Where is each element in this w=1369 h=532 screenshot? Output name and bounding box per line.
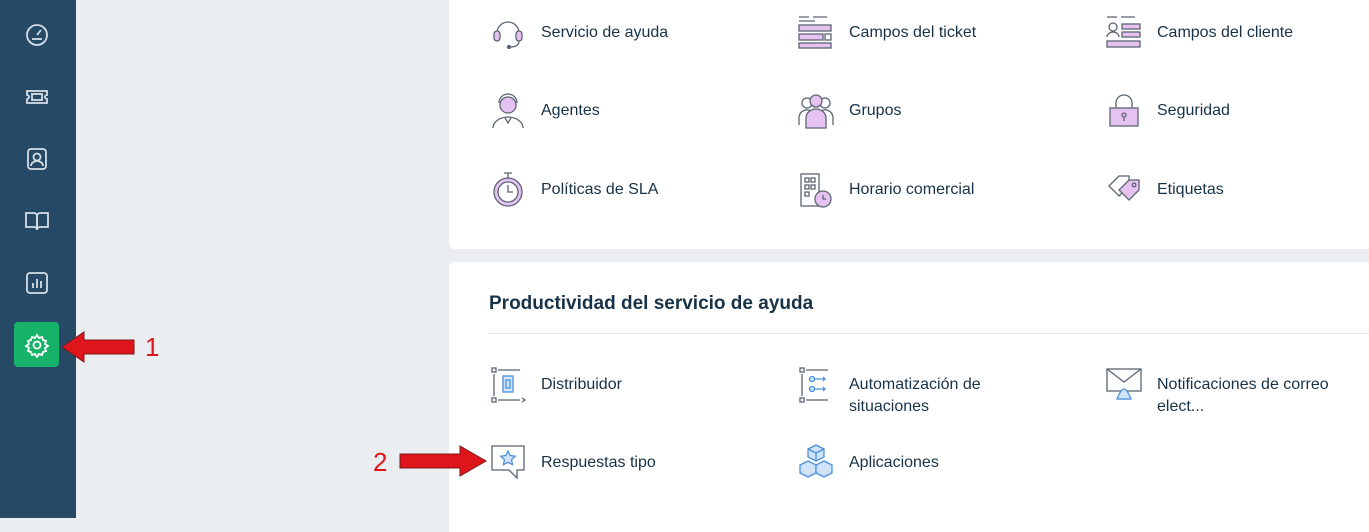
sidebar-item-dashboard[interactable] [14,12,59,57]
sidebar-item-reports[interactable] [14,260,59,305]
item-label: Servicio de ayuda [541,24,669,41]
agent-icon [492,93,524,129]
item-sla-policies[interactable]: Políticas de SLA [489,172,741,208]
item-label: Horario comercial [849,181,975,198]
item-label: Agentes [541,102,600,119]
canned-responses-icon [491,445,525,480]
groups-icon [798,94,834,129]
customer-fields-icon [1106,16,1141,48]
gear-icon [23,332,50,358]
productivity-card: Productividad del servicio de ayuda Dist… [449,262,1369,532]
item-customer-fields[interactable]: Campos del cliente [1105,16,1357,51]
item-canned-responses[interactable]: Respuestas tipo [489,445,741,481]
item-tags[interactable]: Etiquetas [1105,175,1357,208]
admin-settings-card: Servicio de ayuda Campos del ticket Camp… [449,0,1369,249]
headset-icon [493,21,523,50]
annotation-number-2: 2 [373,447,388,477]
item-label: Etiquetas [1157,181,1224,198]
item-dispatcher[interactable]: Distribuidor [489,367,741,403]
item-label: Respuestas tipo [541,454,656,471]
automation-icon [799,367,828,403]
dispatcher-icon [491,367,527,403]
item-helpdesk[interactable]: Servicio de ayuda [489,21,741,51]
contacts-icon [26,147,47,170]
item-security[interactable]: Seguridad [1105,94,1357,129]
annotation-arrow-2 [399,445,488,477]
book-icon [24,211,49,230]
sidebar-item-contacts[interactable] [14,136,59,181]
divider [489,333,1369,334]
item-label: Campos del cliente [1157,24,1294,41]
tags-icon [1108,175,1140,201]
item-automation[interactable]: Automatización de situaciones [797,367,1049,418]
item-email-notifications[interactable]: Notificaciones de correo elect... [1105,368,1357,418]
item-business-hours[interactable]: Horario comercial [797,173,1049,208]
apps-icon [799,444,833,478]
item-label: Seguridad [1157,102,1230,119]
sidebar [0,0,76,518]
sidebar-item-admin[interactable] [14,322,59,367]
item-label: Distribuidor [541,376,622,393]
item-ticket-fields[interactable]: Campos del ticket [797,16,1049,51]
item-agents[interactable]: Agentes [489,93,741,129]
ticket-icon [25,89,48,104]
section-title: Productividad del servicio de ayuda [489,293,814,314]
item-groups[interactable]: Grupos [797,94,1049,129]
item-label: Campos del ticket [849,24,977,41]
item-label: Automatización de situaciones [849,376,981,415]
annotation-arrow-1 [61,331,135,363]
stopwatch-icon [493,172,523,207]
dashboard-icon [25,23,48,46]
annotation-number-1: 1 [145,332,160,362]
item-label: Notificaciones de correo elect... [1157,376,1329,415]
ticket-fields-icon [798,16,832,49]
item-label: Aplicaciones [849,454,939,471]
business-hours-icon [800,173,832,208]
item-label: Políticas de SLA [541,181,659,198]
item-apps[interactable]: Aplicaciones [797,444,1049,481]
sidebar-item-solutions[interactable] [14,198,59,243]
email-notification-icon [1106,368,1142,400]
lock-icon [1109,94,1139,127]
reports-icon [25,271,48,294]
item-label: Grupos [849,102,902,119]
sidebar-item-tickets[interactable] [14,74,59,119]
